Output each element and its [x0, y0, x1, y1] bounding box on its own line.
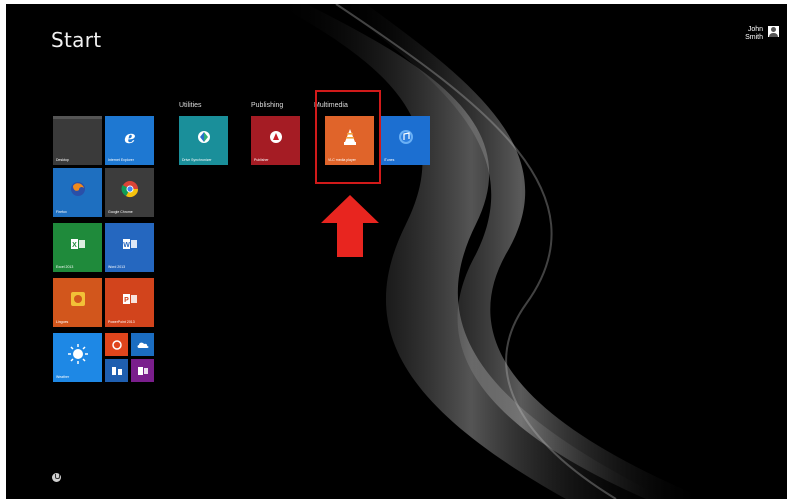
onenote-icon	[137, 366, 148, 375]
tile-label: iTunes	[384, 158, 395, 162]
svg-text:P: P	[124, 297, 129, 304]
group-label-utilities: Utilities	[179, 102, 202, 109]
tile-mini-darkblue[interactable]	[105, 359, 128, 382]
tile-label: Drive Synchronizer	[182, 158, 212, 162]
tile-excel[interactable]: X Excel 2013	[53, 223, 102, 272]
tile-label: Word 2013	[108, 265, 126, 269]
sun-icon	[67, 343, 88, 364]
tile-internet-explorer[interactable]: e Internet Explorer	[105, 116, 154, 165]
group-label-publishing: Publishing	[251, 102, 284, 109]
tile-label: Google Chrome	[108, 210, 133, 214]
itunes-icon	[398, 129, 413, 144]
tile-label: Weather	[56, 375, 70, 379]
tile-lingoes[interactable]: Lingoes	[53, 278, 102, 327]
start-screen: Start John Smith Utilities Publishing Mu…	[6, 4, 787, 499]
tile-label: Internet Explorer	[108, 158, 134, 162]
sync-icon	[197, 130, 210, 143]
excel-icon: X	[70, 238, 85, 249]
tile-label: Lingoes	[56, 320, 69, 324]
svg-text:W: W	[123, 242, 130, 249]
user-first-name: John	[747, 26, 763, 33]
arrow-up-icon	[321, 195, 379, 257]
internet-explorer-icon: e	[124, 127, 135, 147]
tile-publisher[interactable]: Publisher	[251, 116, 300, 165]
app-icon	[111, 339, 122, 350]
tile-mini-orange[interactable]	[105, 333, 128, 356]
tile-label: PowerPoint 2013	[108, 320, 135, 324]
tile-weather[interactable]: Weather	[53, 333, 102, 382]
cloud-icon	[137, 342, 148, 348]
tile-powerpoint[interactable]: P PowerPoint 2013	[105, 278, 154, 327]
tile-onedrive[interactable]	[131, 333, 154, 356]
svg-text:X: X	[72, 242, 77, 249]
tile-firefox[interactable]: Firefox	[53, 168, 102, 217]
firefox-icon	[70, 181, 85, 196]
power-icon[interactable]	[52, 473, 61, 482]
tile-label: Publisher	[254, 158, 269, 162]
tile-google-chrome[interactable]: Google Chrome	[105, 168, 154, 217]
tile-label: Excel 2013	[56, 265, 74, 269]
powerpoint-icon: P	[122, 293, 137, 304]
tile-desktop[interactable]: Desktop	[53, 116, 102, 165]
publisher-icon	[269, 130, 282, 143]
start-title: Start	[51, 28, 102, 52]
tile-label: Desktop	[56, 158, 69, 162]
avatar	[768, 26, 779, 37]
tile-drive-sync[interactable]: Drive Synchronizer	[179, 116, 228, 165]
tile-itunes[interactable]: iTunes	[381, 116, 430, 165]
svg-text:e: e	[124, 127, 135, 147]
user-last-name: Smith	[745, 34, 763, 41]
chrome-icon	[121, 180, 138, 197]
tile-mini-purple[interactable]	[131, 359, 154, 382]
user-name: John Smith	[745, 26, 763, 42]
app-icon	[111, 366, 122, 375]
tile-label: Firefox	[56, 210, 67, 214]
lingoes-icon	[70, 291, 85, 306]
user-account[interactable]: John Smith	[745, 26, 779, 42]
highlight-box	[315, 90, 381, 184]
word-icon: W	[122, 238, 137, 249]
tile-word[interactable]: W Word 2013	[105, 223, 154, 272]
